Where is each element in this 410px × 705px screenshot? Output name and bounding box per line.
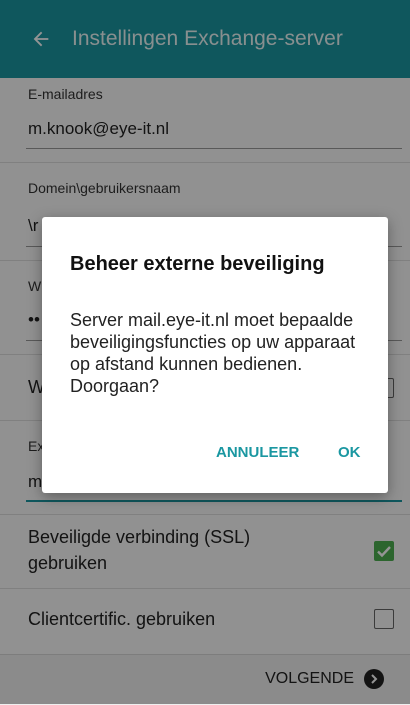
remote-security-dialog: Beheer externe beveiliging Server mail.e… bbox=[42, 217, 388, 493]
cancel-button[interactable]: ANNULEER bbox=[216, 444, 299, 461]
dialog-message: Server mail.eye-it.nl moet bepaalde beve… bbox=[70, 310, 356, 396]
ok-button[interactable]: OK bbox=[338, 444, 361, 461]
dialog-title: Beheer externe beveiliging bbox=[70, 253, 325, 275]
